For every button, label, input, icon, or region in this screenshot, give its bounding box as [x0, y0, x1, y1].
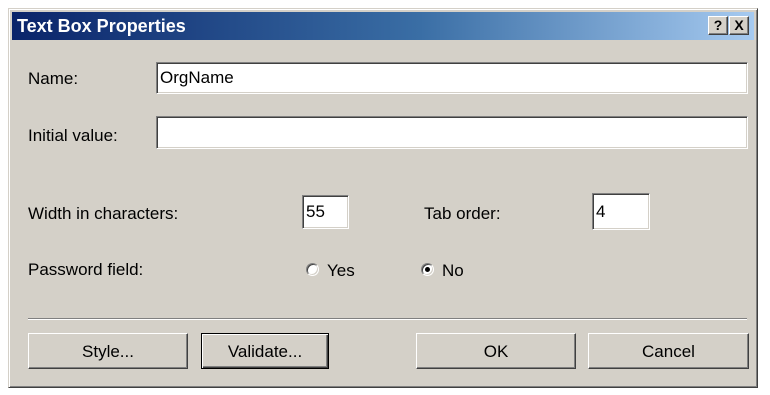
password-yes-label[interactable]: Yes: [327, 261, 355, 281]
tab-order-label: Tab order:: [424, 204, 501, 223]
initial-value-label: Initial value:: [28, 126, 118, 145]
ok-button[interactable]: OK: [416, 333, 576, 369]
tab-order-input[interactable]: [592, 193, 650, 230]
password-yes-radio[interactable]: [306, 263, 319, 276]
cancel-button[interactable]: Cancel: [588, 333, 749, 369]
name-label: Name:: [28, 69, 79, 88]
password-no-label[interactable]: No: [442, 261, 464, 281]
dialog-title: Text Box Properties: [17, 16, 186, 36]
width-input[interactable]: [302, 195, 349, 229]
selected-dot: [425, 267, 430, 272]
validate-button[interactable]: Validate...: [201, 333, 329, 369]
initial-value-input[interactable]: [156, 116, 748, 149]
password-field-label: Password field:: [28, 260, 144, 279]
width-label: Width in characters:: [28, 204, 179, 223]
separator: [28, 318, 747, 320]
title-bar[interactable]: Text Box Properties ? X: [12, 12, 754, 40]
text-box-properties-dialog: Text Box Properties ? X Name: Initial va…: [8, 8, 758, 388]
style-button[interactable]: Style...: [28, 333, 188, 369]
password-no-radio[interactable]: [421, 263, 434, 276]
name-input[interactable]: [156, 62, 748, 94]
close-button[interactable]: X: [729, 16, 749, 35]
help-button[interactable]: ?: [708, 16, 728, 35]
